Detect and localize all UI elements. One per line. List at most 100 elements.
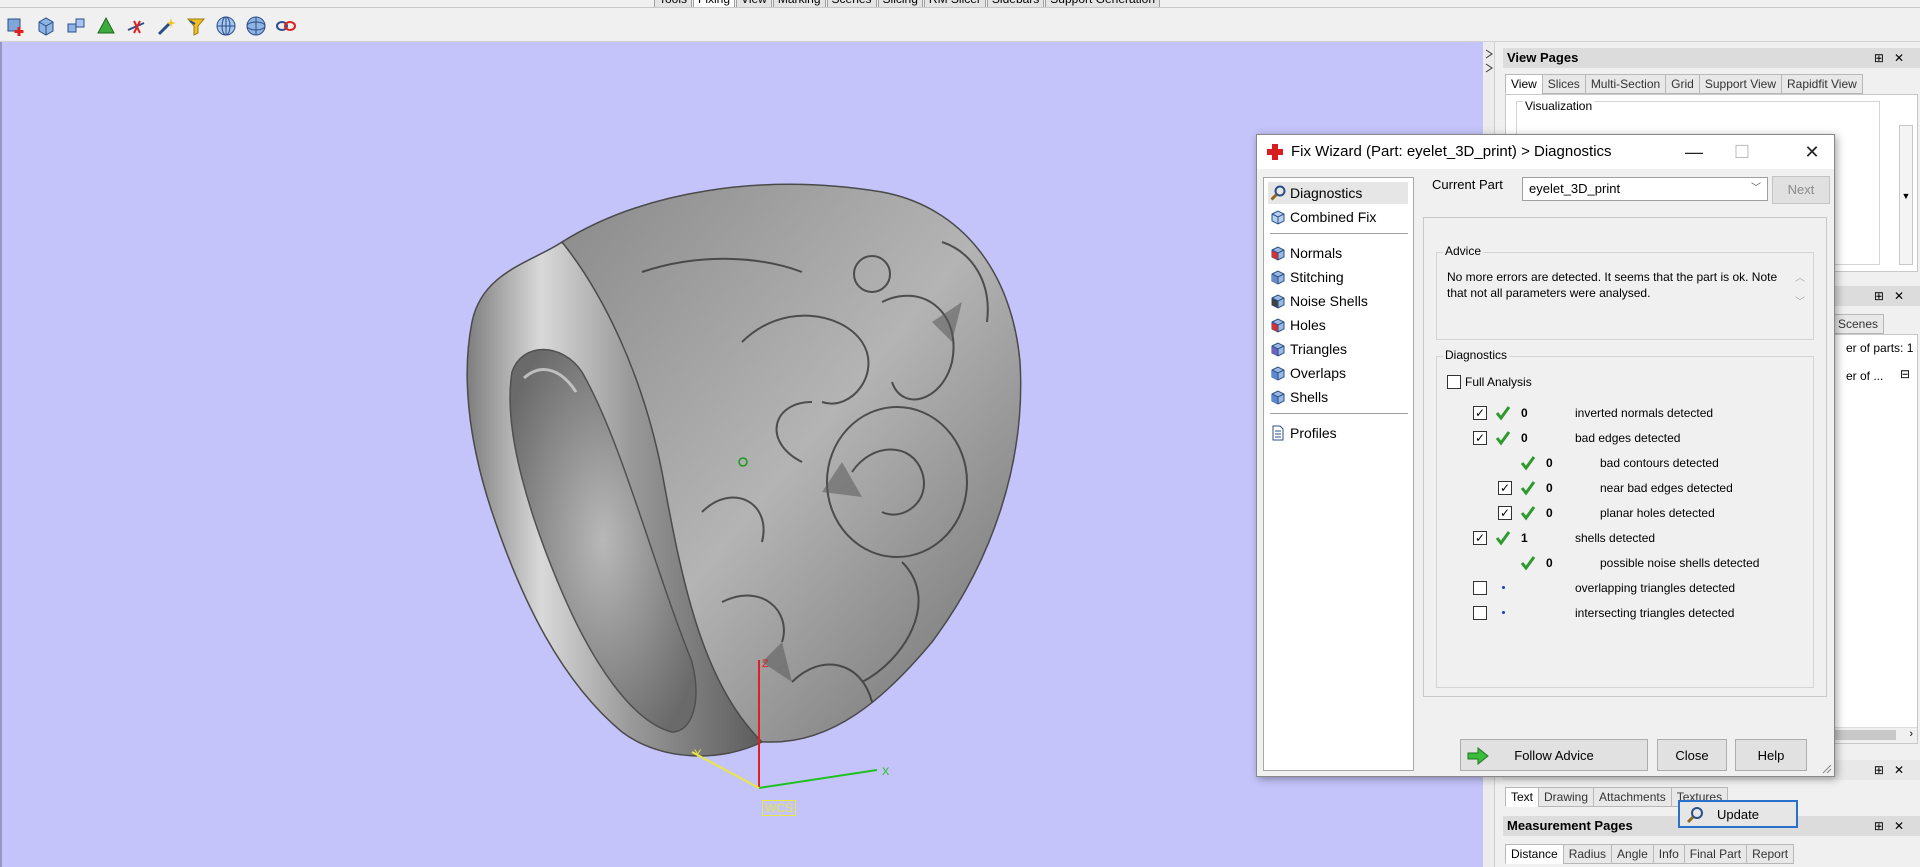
nav-item-label: Stitching: [1290, 269, 1344, 285]
column-settings-icon[interactable]: ⊟: [1900, 367, 1910, 381]
measurement-tab-0[interactable]: Distance: [1505, 844, 1564, 864]
bad-edges-detected-count: 0: [1521, 431, 1528, 445]
text-tab-0[interactable]: Text: [1505, 787, 1540, 807]
ribbon-tab-tools[interactable]: Tools: [654, 0, 693, 7]
nav-item-stitching[interactable]: Stitching: [1268, 266, 1408, 288]
parts-tab-1[interactable]: Scenes: [1832, 314, 1885, 334]
add-part-icon[interactable]: [4, 14, 28, 38]
green-check-icon: [1495, 531, 1511, 546]
advice-text: No more errors are detected. It seems th…: [1447, 270, 1778, 300]
close-button[interactable]: Close: [1657, 739, 1727, 771]
measurement-pages-tabs: Distance Radius Angle Info Final Part Report: [1505, 844, 1795, 864]
text-tab-2[interactable]: Attachments: [1593, 787, 1672, 807]
measurement-tab-4[interactable]: Final Part: [1683, 844, 1748, 864]
nav-item-holes[interactable]: Holes: [1268, 314, 1408, 336]
nav-item-triangles[interactable]: Triangles: [1268, 338, 1408, 360]
nav-item-shells[interactable]: Shells: [1268, 386, 1408, 408]
main-menu-bar: ToolsFixingViewMarkingScenesSlicingRM Sl…: [0, 0, 1920, 8]
magic-wand-icon[interactable]: [154, 14, 178, 38]
inverted-normals-detected-count: 0: [1521, 406, 1528, 420]
view-pages-header: View Pages ⊞✕: [1503, 48, 1920, 68]
parts-column-text: er of ...: [1846, 369, 1884, 383]
ribbon-tab-sidebars[interactable]: Sidebars: [986, 0, 1045, 7]
near-bad-edges-detected-checkbox[interactable]: ✓: [1498, 481, 1512, 495]
resize-grip-icon[interactable]: [1822, 764, 1832, 774]
bad-edges-detected-checkbox[interactable]: ✓: [1473, 431, 1487, 445]
cut-icon[interactable]: [124, 14, 148, 38]
panel-controls-icon[interactable]: ⊞✕: [1874, 760, 1914, 780]
nav-item-label: Holes: [1290, 317, 1326, 333]
funnel-icon[interactable]: [184, 14, 208, 38]
panel-controls-icon[interactable]: ⊞✕: [1874, 286, 1914, 306]
view-pages-tab-3[interactable]: Grid: [1665, 74, 1700, 94]
cube-icon[interactable]: [34, 14, 58, 38]
follow-advice-button[interactable]: Follow Advice: [1460, 739, 1648, 771]
triangles-cube-icon: [1271, 342, 1285, 357]
nav-item-noise-shells[interactable]: Noise Shells: [1268, 290, 1408, 312]
globe-icon[interactable]: [244, 14, 268, 38]
view-pages-title: View Pages: [1507, 50, 1579, 65]
view-pages-tab-4[interactable]: Support View: [1698, 74, 1782, 94]
nav-item-label: Noise Shells: [1290, 293, 1368, 309]
axis-y-label: Y: [694, 748, 702, 760]
full-analysis-checkbox[interactable]: [1447, 375, 1461, 389]
scroll-right-icon[interactable]: ›: [1909, 728, 1913, 740]
pyramid-icon[interactable]: [94, 14, 118, 38]
diagnostics-title: Diagnostics: [1443, 348, 1510, 362]
advice-scrollbar[interactable]: ︿ ﹀: [1793, 267, 1807, 321]
measurement-tab-2[interactable]: Angle: [1611, 844, 1654, 864]
text-tab-1[interactable]: Drawing: [1538, 787, 1595, 807]
panel-controls-icon[interactable]: ⊞✕: [1874, 816, 1914, 836]
minimize-icon[interactable]: —: [1671, 135, 1717, 169]
update-button[interactable]: Update: [1678, 800, 1798, 828]
bad-edges-detected-label: bad edges detected: [1575, 431, 1681, 445]
bad-contours-detected-count: 0: [1546, 456, 1553, 470]
ribbon-tab-rm-slicer[interactable]: RM Slicer: [923, 0, 986, 7]
measurement-pages-title: Measurement Pages: [1507, 818, 1633, 833]
measurement-tab-5[interactable]: Report: [1746, 844, 1795, 864]
measurement-tab-3[interactable]: Info: [1652, 844, 1685, 864]
measurement-tab-1[interactable]: Radius: [1562, 844, 1613, 864]
ribbon-tab-slicing[interactable]: Slicing: [877, 0, 923, 7]
view-pages-tab-1[interactable]: Slices: [1541, 74, 1586, 94]
panel-controls-icon[interactable]: ⊞✕: [1874, 48, 1914, 68]
view-pages-tab-2[interactable]: Multi-Section: [1584, 74, 1667, 94]
overlaps-cube-icon: [1271, 366, 1285, 381]
cubes-icon[interactable]: [64, 14, 88, 38]
visualization-group-title: Visualization: [1523, 99, 1595, 113]
ribbon-tab-view[interactable]: View: [736, 0, 772, 7]
green-check-icon: [1495, 431, 1511, 446]
nav-item-diagnostics[interactable]: Diagnostics: [1268, 182, 1408, 204]
follow-advice-label: Follow Advice: [1514, 747, 1594, 763]
green-check-icon: [1520, 506, 1536, 521]
overlapping-triangles-detected-checkbox[interactable]: [1473, 581, 1487, 595]
nav-item-overlaps[interactable]: Overlaps: [1268, 362, 1408, 384]
nav-item-combined-fix[interactable]: Combined Fix: [1268, 206, 1408, 228]
document-icon: [1272, 425, 1284, 441]
magnifier-icon: [1686, 807, 1703, 824]
intersecting-triangles-detected-checkbox[interactable]: [1473, 606, 1487, 620]
possible-noise-shells-detected-count: 0: [1546, 556, 1553, 570]
ribbon-tab-marking[interactable]: Marking: [772, 0, 826, 7]
view-pages-tabs: View Slices Multi-Section Grid Support View R…: [1505, 74, 1863, 94]
wizard-title-bar[interactable]: Fix Wizard (Part: eyelet_3D_print) > Dia…: [1257, 135, 1834, 169]
sphere-grid-icon[interactable]: [214, 14, 238, 38]
bad-contours-detected-label: bad contours detected: [1600, 456, 1719, 470]
view-pages-tab-0[interactable]: View: [1505, 74, 1543, 94]
help-button[interactable]: Help: [1735, 739, 1807, 771]
view-pages-tab-5[interactable]: Rapidfit View: [1781, 74, 1863, 94]
close-icon[interactable]: ✕: [1789, 135, 1835, 169]
planar-holes-detected-checkbox[interactable]: ✓: [1498, 506, 1512, 520]
nav-item-normals[interactable]: Normals: [1268, 242, 1408, 264]
ribbon-tab-fixing[interactable]: Fixing: [693, 0, 736, 7]
nav-item-profiles[interactable]: Profiles: [1268, 422, 1408, 444]
ribbon-tab-support-generation[interactable]: Support Generation: [1045, 0, 1161, 7]
inverted-normals-detected-checkbox[interactable]: ✓: [1473, 406, 1487, 420]
current-part-select[interactable]: eyelet_3D_print ﹀: [1522, 177, 1768, 201]
dropdown-arrow-icon[interactable]: ▼: [1899, 125, 1913, 265]
near-bad-edges-detected-label: near bad edges detected: [1600, 481, 1733, 495]
shells-detected-checkbox[interactable]: ✓: [1473, 531, 1487, 545]
next-button[interactable]: Next: [1772, 176, 1830, 204]
link-icon[interactable]: [274, 14, 298, 38]
ribbon-tab-scenes[interactable]: Scenes: [826, 0, 877, 7]
